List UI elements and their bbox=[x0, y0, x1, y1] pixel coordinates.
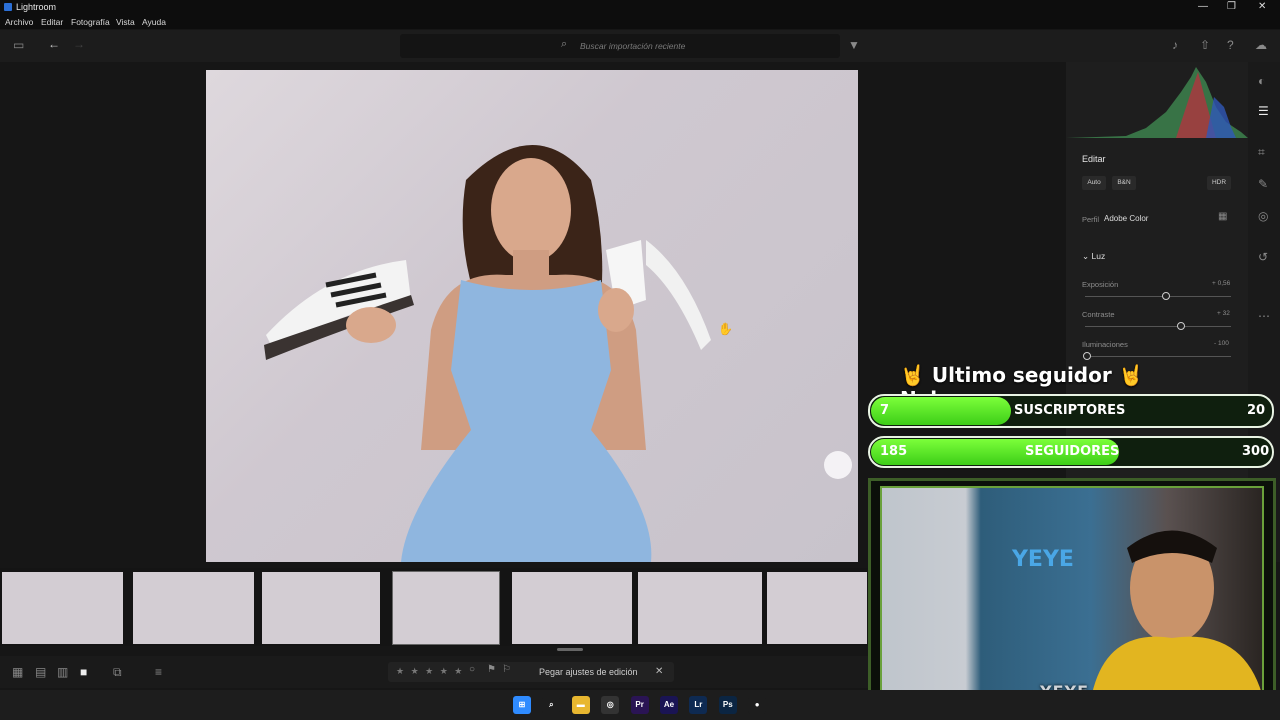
menu-bar bbox=[0, 15, 1280, 29]
bell-icon[interactable]: ♪ bbox=[1172, 38, 1178, 52]
slider-value-contrast[interactable]: + 32 bbox=[1217, 310, 1230, 317]
subscribers-current: 7 bbox=[880, 403, 890, 418]
window-title: Lightroom bbox=[16, 2, 57, 12]
filmstrip-thumb[interactable] bbox=[512, 572, 632, 644]
slideshow-icon[interactable]: ⧉ bbox=[113, 665, 122, 680]
profile-dropdown[interactable]: Adobe Color bbox=[1104, 214, 1148, 223]
menu-fotografia[interactable]: Fotografía bbox=[71, 17, 110, 27]
menu-vista[interactable]: Vista bbox=[116, 17, 135, 27]
highlights-track bbox=[1085, 356, 1231, 357]
hdr-button[interactable]: HDR bbox=[1207, 176, 1231, 190]
filmstrip-thumb[interactable] bbox=[638, 572, 762, 644]
menu-ayuda[interactable]: Ayuda bbox=[142, 17, 166, 27]
followers-label: SEGUIDORES bbox=[1025, 444, 1120, 459]
lightroom-logo-icon bbox=[4, 3, 12, 11]
taskbar-browser-alt-icon[interactable]: ◎ bbox=[601, 696, 620, 714]
filmstrip-thumb[interactable] bbox=[133, 572, 254, 644]
contrast-track bbox=[1085, 326, 1231, 327]
contrast-slider[interactable] bbox=[1177, 322, 1185, 330]
filmstrip-thumb[interactable] bbox=[262, 572, 380, 644]
share-icon[interactable]: ⇧ bbox=[1200, 38, 1210, 52]
slider-value-exposure[interactable]: + 0,56 bbox=[1212, 280, 1230, 287]
slider-label-exposure: Exposición bbox=[1082, 280, 1119, 289]
edit-heading: Editar bbox=[1082, 154, 1106, 164]
taskbar-photoshop-icon[interactable]: Ps bbox=[718, 696, 737, 714]
bw-button[interactable]: B&N bbox=[1112, 176, 1136, 190]
followers-goal: 300 bbox=[1242, 444, 1270, 459]
more-options-icon[interactable]: ⋯ bbox=[1258, 309, 1270, 323]
last-follower-label: Ultimo seguidor bbox=[931, 363, 1112, 387]
filter-icon[interactable]: ▼ bbox=[848, 38, 860, 52]
subscribers-progress-fill bbox=[871, 397, 1011, 425]
healing-icon[interactable]: ✎ bbox=[1258, 177, 1268, 191]
search-icon: ⌕ bbox=[561, 38, 568, 50]
detail-view-icon[interactable]: ■ bbox=[80, 665, 87, 679]
highlights-slider[interactable] bbox=[1083, 352, 1091, 360]
taskbar-after-effects-icon[interactable]: Ae bbox=[660, 696, 678, 714]
light-section-toggle[interactable]: ⌄ Luz bbox=[1082, 251, 1105, 262]
exposure-slider[interactable] bbox=[1162, 292, 1170, 300]
cloud-icon[interactable]: ☁ bbox=[1255, 38, 1267, 52]
webcam-video: YEYE bbox=[880, 486, 1264, 696]
filmstrip-scrollbar[interactable] bbox=[557, 648, 583, 651]
slider-value-highlights[interactable]: - 100 bbox=[1214, 340, 1229, 347]
sort-icon[interactable]: ≡ bbox=[155, 665, 162, 679]
maximize-button[interactable]: ❐ bbox=[1227, 1, 1236, 12]
rock-hand-icon: 🤘 bbox=[900, 363, 925, 387]
close-paste-icon[interactable]: ✕ bbox=[655, 666, 663, 677]
search-placeholder: Buscar importación reciente bbox=[580, 41, 686, 51]
compare-view-icon[interactable]: ▥ bbox=[57, 665, 68, 679]
menu-editar[interactable]: Editar bbox=[41, 17, 63, 27]
edit-sliders-icon[interactable]: ☰ bbox=[1258, 104, 1269, 118]
square-grid-icon[interactable]: ▤ bbox=[35, 665, 46, 679]
slider-label-contrast: Contraste bbox=[1082, 310, 1115, 319]
hand-cursor-icon: ✋ bbox=[718, 322, 733, 336]
subscribers-label: SUSCRIPTORES bbox=[1014, 403, 1126, 418]
subscribers-goal: 20 bbox=[1247, 403, 1266, 418]
reject-flag-icon[interactable]: ⚐ bbox=[502, 664, 511, 675]
followers-current: 185 bbox=[880, 444, 908, 459]
mask-icon[interactable]: ◐ bbox=[1258, 74, 1265, 88]
minimize-button[interactable]: — bbox=[1198, 1, 1208, 12]
grid-view-icon[interactable]: ▦ bbox=[12, 665, 23, 679]
profile-browser-icon[interactable]: ▦ bbox=[1218, 211, 1227, 222]
crop-icon[interactable]: ⌗ bbox=[1258, 145, 1265, 160]
title-bar: Lightroom — ❐ ✕ bbox=[0, 0, 1280, 15]
filmstrip-thumb[interactable] bbox=[767, 572, 867, 644]
rating-stars[interactable]: ★ ★ ★ ★ ★ bbox=[396, 666, 464, 677]
forward-arrow-icon[interactable]: → bbox=[73, 37, 85, 51]
photo-illustration bbox=[264, 145, 852, 562]
taskbar-chrome-icon[interactable]: ● bbox=[748, 696, 767, 714]
main-photo[interactable] bbox=[206, 70, 858, 562]
close-button[interactable]: ✕ bbox=[1258, 1, 1266, 12]
back-arrow-icon[interactable]: ← bbox=[48, 37, 60, 51]
radial-icon[interactable]: ◎ bbox=[1258, 209, 1268, 223]
wall-logo: YEYE bbox=[1011, 547, 1074, 572]
taskbar-search-icon[interactable]: ⌕ bbox=[542, 696, 561, 714]
menu-archivo[interactable]: Archivo bbox=[5, 17, 33, 27]
exposure-track bbox=[1085, 296, 1231, 297]
flag-icon[interactable]: ○ bbox=[469, 664, 475, 675]
light-section-label: Luz bbox=[1091, 251, 1106, 261]
taskbar-files-icon[interactable]: ▬ bbox=[571, 696, 590, 714]
filmstrip-thumb[interactable] bbox=[2, 572, 123, 644]
filmstrip-thumb-selected[interactable] bbox=[392, 571, 500, 645]
profile-label: Perfil bbox=[1082, 215, 1100, 224]
help-icon[interactable]: ? bbox=[1227, 38, 1234, 52]
taskbar-start-icon[interactable]: ⊞ bbox=[513, 696, 531, 714]
pick-flag-icon[interactable]: ⚑ bbox=[487, 664, 496, 675]
history-icon[interactable]: ↺ bbox=[1258, 250, 1268, 264]
taskbar-lightroom-icon[interactable]: Lr bbox=[689, 696, 708, 714]
paste-settings-button[interactable]: Pegar ajustes de edición bbox=[539, 667, 638, 677]
taskbar-premiere-icon[interactable]: Pr bbox=[630, 696, 649, 714]
rock-hand-icon: 🤘 bbox=[1118, 363, 1144, 387]
histogram bbox=[1066, 67, 1248, 138]
auto-button[interactable]: Auto bbox=[1082, 176, 1106, 190]
webcam-illustration: YEYE bbox=[1011, 530, 1262, 694]
panel-toggle-icon[interactable]: ▭ bbox=[13, 38, 24, 52]
slider-label-highlights: Iluminaciones bbox=[1082, 340, 1128, 349]
